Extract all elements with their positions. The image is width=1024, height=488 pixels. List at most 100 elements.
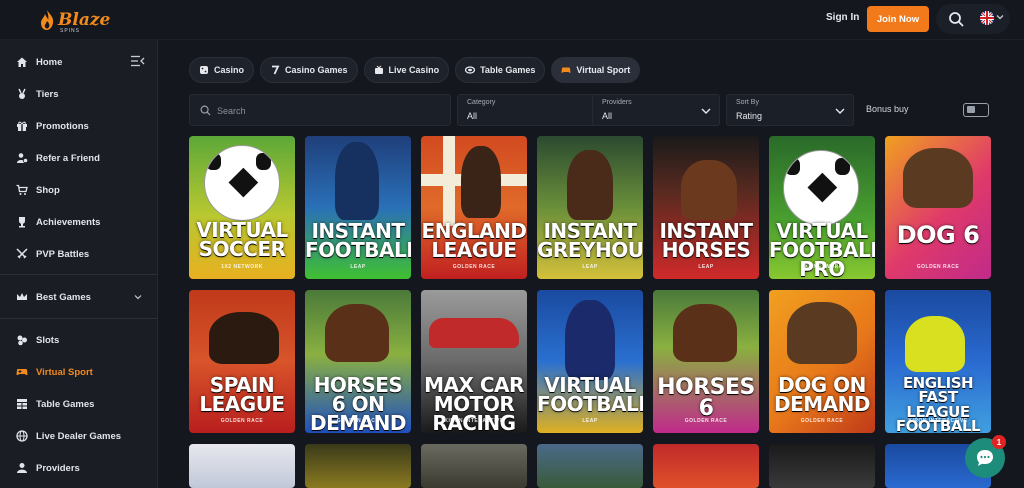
game-card[interactable]: VIRTUAL FOOTBALL PRO 1X2 NETWORK: [769, 136, 875, 279]
soccer-ball-image: [783, 150, 859, 226]
game-provider: GOLDEN RACE: [800, 418, 844, 424]
tab-casino-games[interactable]: Casino Games: [260, 57, 358, 83]
join-now-button[interactable]: Join Now: [867, 6, 929, 32]
game-provider: 1X2 NETWORK: [221, 264, 263, 270]
sidebar-item-promotions[interactable]: Promotions: [16, 117, 89, 135]
game-card[interactable]: [769, 444, 875, 488]
table-icon: [465, 66, 476, 74]
game-card[interactable]: [305, 444, 411, 488]
logo-text: Blaze: [58, 9, 111, 30]
game-card[interactable]: HORSES 6 ON DEMAND GOLDEN RACE: [305, 290, 411, 433]
game-title: INSTANT FOOTBALL: [305, 219, 411, 262]
game-card[interactable]: MAX CAR MOTOR RACING KIRON INTERACTIVE: [421, 290, 527, 433]
sort-label: Sort By: [736, 99, 759, 106]
tab-label: Live Casino: [388, 65, 440, 75]
greyhound-image: [787, 302, 857, 364]
tab-live-casino[interactable]: Live Casino: [363, 57, 450, 83]
game-card[interactable]: [421, 444, 527, 488]
table-icon: [17, 399, 27, 409]
sidebar-item-label: PVP Battles: [36, 248, 90, 260]
category-value: All: [467, 111, 478, 121]
player-image: [565, 300, 615, 380]
chevron-down-icon: [835, 108, 845, 114]
trophy-icon: [19, 217, 25, 228]
game-title: DOG 6: [896, 221, 980, 249]
game-provider: LEAP: [350, 264, 366, 270]
sidebar-item-virtual-sport[interactable]: Virtual Sport: [16, 363, 93, 381]
game-card[interactable]: SPAIN LEAGUE GOLDEN RACE: [189, 290, 295, 433]
chat-icon: [977, 450, 993, 466]
tab-label: Casino: [214, 65, 245, 75]
player-image: [209, 312, 279, 364]
sidebar-item-live-dealer[interactable]: Live Dealer Games: [16, 427, 121, 445]
sidebar-item-refer[interactable]: Refer a Friend: [16, 149, 100, 167]
game-card[interactable]: VIRTUAL FOOTBALL LEAP: [537, 290, 643, 433]
game-card[interactable]: [653, 444, 759, 488]
sidebar-item-label: Live Dealer Games: [36, 430, 122, 442]
tab-table-games[interactable]: Table Games: [455, 57, 546, 83]
sidebar-item-pvp[interactable]: PVP Battles: [16, 245, 89, 263]
tab-virtual-sport[interactable]: Virtual Sport: [551, 57, 641, 83]
game-card[interactable]: INSTANT HORSES LEAP: [653, 136, 759, 279]
game-card[interactable]: DOG ON DEMAND GOLDEN RACE: [769, 290, 875, 433]
game-card[interactable]: DOG 6 GOLDEN RACE: [885, 136, 991, 279]
game-title: VIRTUAL FOOTBALL PRO: [769, 219, 875, 279]
tab-label: Casino Games: [285, 65, 348, 75]
tab-casino[interactable]: Casino: [189, 57, 255, 83]
sidebar: [0, 40, 158, 488]
game-card[interactable]: VIRTUAL SOCCER 1X2 NETWORK: [189, 136, 295, 279]
game-provider: LEAP: [582, 418, 598, 424]
sidebar-divider: [0, 318, 158, 319]
gift-icon: [17, 121, 27, 131]
bonus-buy-toggle[interactable]: [963, 103, 989, 117]
sidebar-item-shop[interactable]: Shop: [16, 181, 60, 199]
sidebar-item-home[interactable]: Home: [16, 53, 62, 71]
sidebar-item-tiers[interactable]: Tiers: [16, 85, 59, 103]
game-card[interactable]: ENGLISH FAST LEAGUE FOOTBALL SINGLE KIRO…: [885, 290, 991, 433]
gamepad-icon: [561, 67, 571, 73]
sign-in-link[interactable]: Sign In: [826, 12, 859, 23]
game-card[interactable]: ENGLAND LEAGUE GOLDEN RACE: [421, 136, 527, 279]
sort-value: Rating: [736, 111, 763, 121]
chevron-down-icon[interactable]: [996, 13, 1004, 21]
game-card[interactable]: HORSES 6 GOLDEN RACE: [653, 290, 759, 433]
game-provider: GOLDEN RACE: [684, 418, 728, 424]
player-image: [461, 146, 501, 218]
search-icon: [200, 105, 211, 116]
bonus-buy-label: Bonus buy: [866, 104, 909, 114]
game-card[interactable]: INSTANT GREYHOUNDS LEAP: [537, 136, 643, 279]
sidebar-item-label: Refer a Friend: [36, 152, 100, 164]
sidebar-item-label: Achievements: [36, 216, 101, 228]
uk-flag-icon[interactable]: [980, 11, 994, 25]
search-field[interactable]: [189, 94, 451, 126]
game-title: HORSES 6: [657, 375, 755, 421]
sidebar-item-label: Virtual Sport: [36, 366, 93, 378]
sidebar-item-achievements[interactable]: Achievements: [16, 213, 100, 231]
game-card[interactable]: INSTANT FOOTBALL LEAP: [305, 136, 411, 279]
search-input[interactable]: [217, 103, 437, 119]
game-provider: GOLDEN RACE: [452, 264, 496, 270]
sort-select[interactable]: Sort By Rating: [726, 94, 854, 126]
game-card[interactable]: [537, 444, 643, 488]
greyhound-image: [903, 148, 973, 208]
sidebar-item-slots[interactable]: Slots: [16, 331, 59, 349]
logo[interactable]: Blaze SPINS: [38, 6, 110, 34]
game-provider: LEAP: [582, 264, 598, 270]
sidebar-item-label: Shop: [36, 184, 60, 196]
collapse-sidebar-icon[interactable]: [131, 55, 145, 67]
sidebar-item-table-games[interactable]: Table Games: [16, 395, 94, 413]
sidebar-item-best-games[interactable]: Best Games: [16, 288, 91, 306]
seven-icon: [272, 65, 280, 75]
game-card[interactable]: [189, 444, 295, 488]
top-bar: Blaze SPINS Sign In Join Now: [0, 0, 1024, 40]
sidebar-item-providers[interactable]: Providers: [16, 459, 80, 477]
game-title: ENGLISH FAST LEAGUE FOOTBALL SINGLE: [895, 374, 981, 433]
category-label: Category: [467, 99, 496, 106]
user-plus-icon: [17, 153, 28, 164]
chevron-down-icon[interactable]: [134, 293, 142, 301]
search-icon[interactable]: [948, 11, 964, 27]
sidebar-item-label: Tiers: [36, 88, 59, 100]
slots-icon: [17, 335, 27, 346]
tab-label: Table Games: [480, 65, 536, 75]
providers-select[interactable]: Providers All: [592, 94, 720, 126]
